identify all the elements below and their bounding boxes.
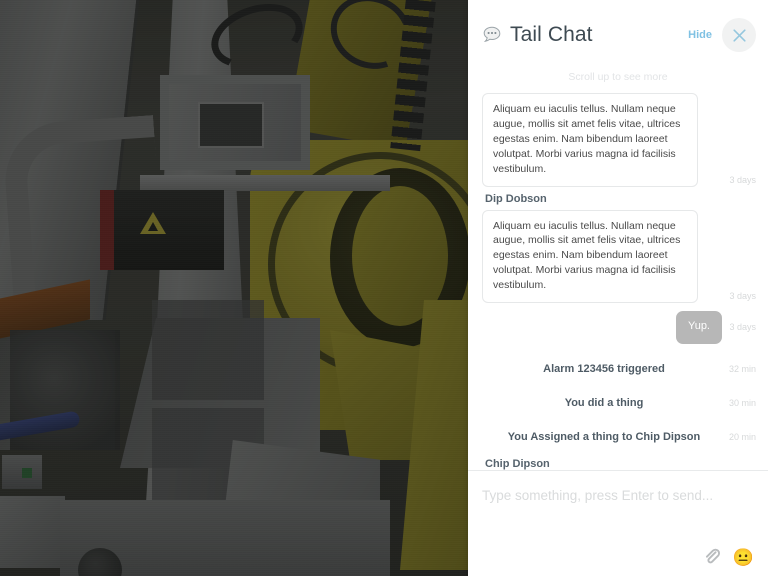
own-message-bubble: Yup. [675, 311, 722, 344]
list-item: You Assigned a thing to Chip Dipson 20 m… [482, 422, 756, 452]
system-event-text: You did a thing [564, 396, 644, 409]
system-event-text: Alarm 123456 triggered [543, 362, 665, 375]
photo-grain-overlay [0, 0, 468, 576]
composer-tools: 😐 [703, 548, 754, 566]
message-input[interactable] [482, 488, 754, 503]
message-timestamp: 30 min [728, 397, 756, 408]
message-timestamp: 3 days [729, 322, 756, 333]
hide-button[interactable]: Hide [688, 29, 712, 41]
message-composer: 😐 [468, 470, 768, 576]
message-list[interactable]: Aliquam eu iaculis tellus. Nullam neque … [468, 93, 768, 470]
message-sender: Dip Dobson [485, 192, 547, 205]
list-item: Dip Dobson Aliquam eu iaculis tellus. Nu… [482, 193, 756, 304]
background-photo [0, 0, 468, 576]
emoji-icon[interactable]: 😐 [733, 549, 754, 566]
system-event-text: You Assigned a thing to Chip Dipson [507, 430, 701, 443]
chat-header: Tail Chat Hide [468, 0, 768, 70]
chat-panel: Tail Chat Hide Scroll up to see more Ali… [468, 0, 768, 576]
close-button[interactable] [722, 18, 756, 52]
app-root: Tail Chat Hide Scroll up to see more Ali… [0, 0, 768, 576]
close-icon [732, 28, 746, 42]
scroll-hint: Scroll up to see more [568, 71, 668, 83]
page-title: Tail Chat [510, 23, 593, 46]
message-sender: Chip Dipson [485, 457, 550, 470]
message-timestamp: 3 days [729, 174, 756, 185]
chat-bubble-icon [483, 26, 501, 42]
list-item: Aliquam eu iaculis tellus. Nullam neque … [482, 93, 756, 187]
list-item: Chip Dipson Morbi @Diplo id facilisis ve… [482, 458, 756, 470]
message-bubble: Aliquam eu iaculis tellus. Nullam neque … [482, 93, 698, 187]
list-item: You did a thing 30 min [482, 388, 756, 418]
list-item: Yup. 3 days [482, 311, 756, 344]
paperclip-icon[interactable] [703, 548, 721, 566]
message-bubble: Aliquam eu iaculis tellus. Nullam neque … [482, 209, 698, 304]
message-timestamp: 20 min [728, 431, 756, 442]
message-timestamp: 32 min [728, 363, 756, 374]
message-timestamp: 3 days [729, 291, 756, 302]
list-item: Alarm 123456 triggered 32 min [482, 354, 756, 384]
